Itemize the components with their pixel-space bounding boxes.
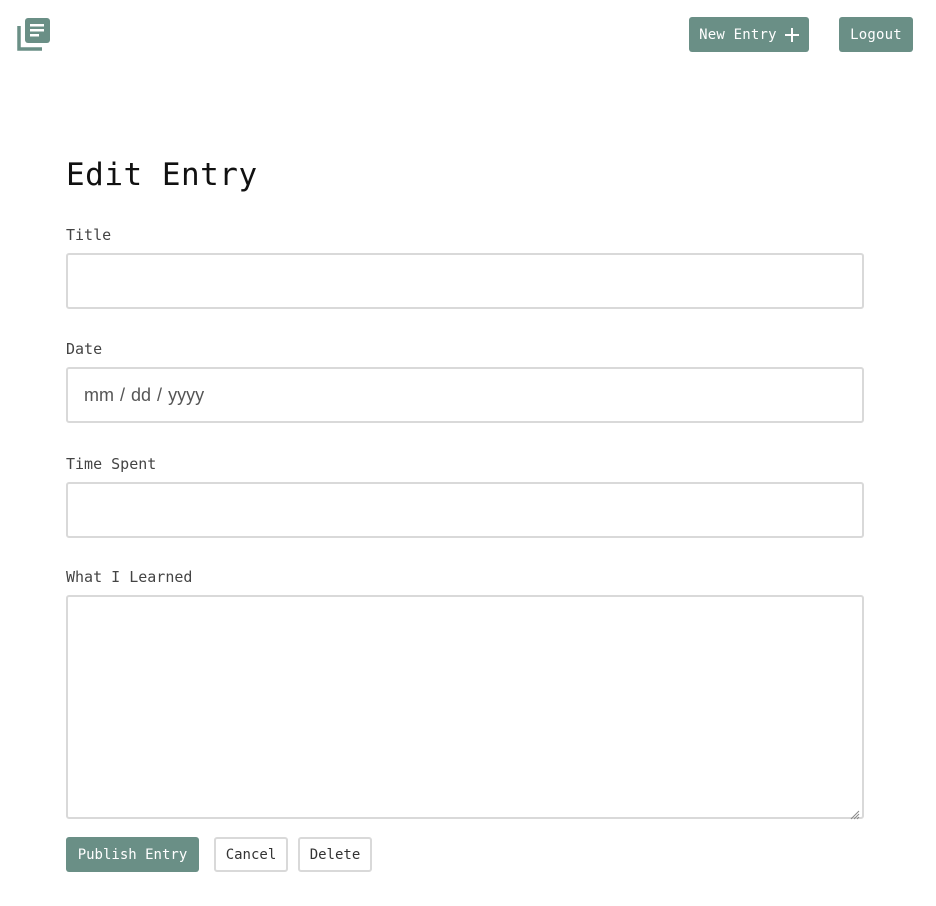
date-day-placeholder: dd: [131, 384, 152, 405]
title-label: Title: [66, 226, 112, 244]
date-separator: /: [120, 384, 126, 405]
form-actions: Publish Entry Cancel Delete: [66, 837, 372, 872]
what-i-learned-textarea[interactable]: [66, 595, 864, 820]
time-spent-label: Time Spent: [66, 455, 157, 473]
delete-button[interactable]: Delete: [298, 837, 372, 872]
journal-icon[interactable]: [16, 16, 52, 52]
date-month-placeholder: mm: [84, 384, 114, 405]
new-entry-button[interactable]: New Entry: [689, 17, 809, 52]
title-input[interactable]: [66, 253, 864, 309]
publish-entry-button[interactable]: Publish Entry: [66, 837, 199, 872]
edit-entry-form: Edit Entry Title Date mm / dd / yyyy Tim…: [66, 150, 864, 820]
resize-handle-icon[interactable]: [850, 805, 860, 820]
time-spent-input[interactable]: [66, 482, 864, 538]
date-year-placeholder: yyyy: [168, 384, 205, 405]
page-title: Edit Entry: [66, 157, 258, 193]
date-separator: /: [157, 384, 163, 405]
top-bar: New Entry Logout: [0, 0, 936, 70]
date-input[interactable]: mm / dd / yyyy: [66, 367, 864, 423]
logout-button[interactable]: Logout: [839, 17, 913, 52]
date-label: Date: [66, 340, 103, 358]
new-entry-label: New Entry: [699, 26, 777, 43]
cancel-button[interactable]: Cancel: [214, 837, 288, 872]
plus-icon: [784, 27, 799, 42]
what-i-learned-label: What I Learned: [66, 568, 193, 586]
